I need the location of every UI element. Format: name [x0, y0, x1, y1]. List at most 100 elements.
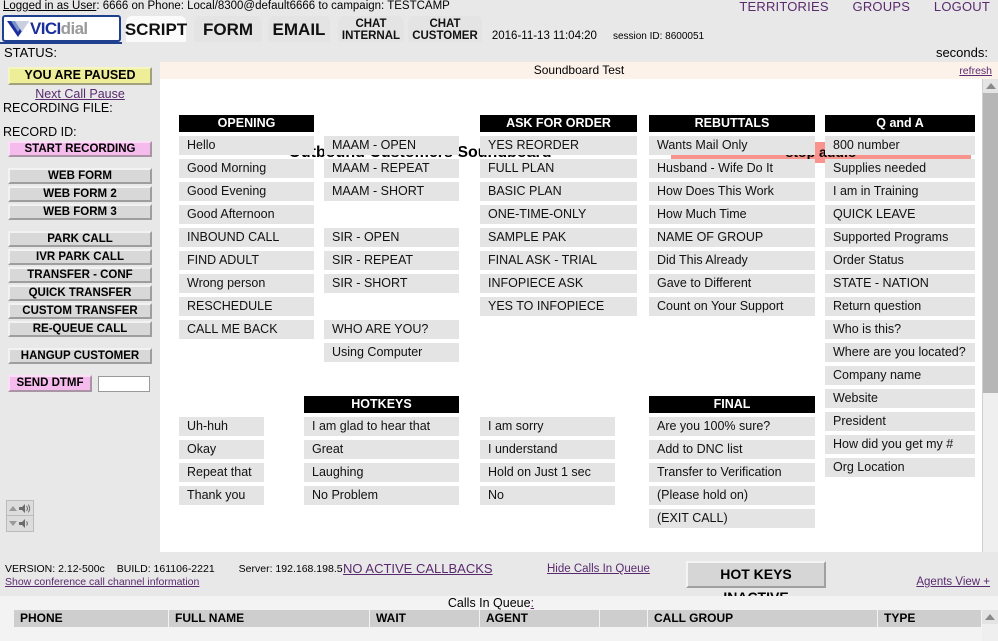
soundboard-item[interactable]: Husband - Wife Do It — [649, 159, 815, 178]
soundboard-item[interactable]: Using Computer — [324, 343, 459, 362]
volume-control[interactable] — [6, 500, 34, 532]
tab-email[interactable]: EMAIL — [268, 16, 330, 44]
soundboard-item[interactable]: Order Status — [825, 251, 975, 270]
calls-in-queue-scrollbar[interactable] — [982, 610, 998, 641]
column-header-wait[interactable]: WAIT — [370, 610, 480, 627]
soundboard-item[interactable]: Where are you located? — [825, 343, 975, 362]
soundboard-item[interactable]: Great — [304, 440, 459, 459]
nav-groups[interactable]: GROUPS — [853, 0, 911, 14]
soundboard-item[interactable]: Hold on Just 1 sec — [480, 463, 615, 482]
soundboard-item[interactable]: I understand — [480, 440, 615, 459]
column-header-full-name[interactable]: FULL NAME — [169, 610, 370, 627]
soundboard-item[interactable]: How did you get my # — [825, 435, 975, 454]
soundboard-item[interactable]: STATE - NATION — [825, 274, 975, 293]
transfer-conf-button[interactable]: TRANSFER - CONF — [8, 267, 152, 283]
soundboard-item[interactable]: President — [825, 412, 975, 431]
quick-transfer-button[interactable]: QUICK TRANSFER — [8, 285, 152, 301]
soundboard-item[interactable]: Company name — [825, 366, 975, 385]
soundboard-item[interactable]: Supported Programs — [825, 228, 975, 247]
send-dtmf-button[interactable]: SEND DTMF — [8, 375, 92, 392]
soundboard-item[interactable]: Website — [825, 389, 975, 408]
soundboard-item[interactable]: Who is this? — [825, 320, 975, 339]
queue-scroll-up-arrow-icon[interactable] — [982, 610, 998, 624]
column-header-type[interactable]: TYPE — [878, 610, 982, 627]
soundboard-item[interactable]: BASIC PLAN — [480, 182, 637, 201]
column-header-agent[interactable]: AGENT — [480, 610, 600, 627]
re-queue-call-button[interactable]: RE-QUEUE CALL — [8, 321, 152, 337]
park-call-button[interactable]: PARK CALL — [8, 231, 152, 247]
soundboard-item[interactable]: I am sorry — [480, 417, 615, 436]
soundboard-item[interactable]: FULL PLAN — [480, 159, 637, 178]
scroll-up-arrow-icon[interactable] — [983, 79, 998, 93]
nav-territories[interactable]: TERRITORIES — [739, 0, 828, 14]
soundboard-item[interactable]: NAME OF GROUP — [649, 228, 815, 247]
soundboard-item[interactable]: MAAM - SHORT — [324, 182, 459, 201]
volume-up-row[interactable] — [7, 501, 33, 516]
volume-down-row[interactable] — [7, 516, 33, 531]
soundboard-item[interactable]: No — [480, 486, 615, 505]
soundboard-item[interactable]: 800 number — [825, 136, 975, 155]
soundboard-item[interactable]: Wants Mail Only — [649, 136, 815, 155]
hot-keys-toggle-button[interactable]: HOT KEYS INACTIVE — [686, 561, 826, 605]
soundboard-item[interactable]: Count on Your Support — [649, 297, 815, 316]
soundboard-item[interactable]: Uh-huh — [179, 417, 264, 436]
web-form-2-button[interactable]: WEB FORM 2 — [8, 186, 152, 202]
nav-logout[interactable]: LOGOUT — [934, 0, 990, 14]
agents-view-link[interactable]: Agents View + — [916, 576, 990, 588]
ivr-park-call-button[interactable]: IVR PARK CALL — [8, 249, 152, 265]
soundboard-item[interactable]: How Much Time — [649, 205, 815, 224]
no-active-callbacks-link[interactable]: NO ACTIVE CALLBACKS — [343, 561, 493, 576]
soundboard-item[interactable]: CALL ME BACK — [179, 320, 314, 339]
soundboard-item[interactable]: Good Morning — [179, 159, 314, 178]
soundboard-item[interactable]: Repeat that — [179, 463, 264, 482]
soundboard-item[interactable]: FINAL ASK - TRIAL — [480, 251, 637, 270]
tab-form[interactable]: FORM — [194, 16, 262, 44]
soundboard-item[interactable]: YES TO INFOPIECE — [480, 297, 637, 316]
soundboard-item[interactable]: Are you 100% sure? — [649, 417, 815, 436]
soundboard-item[interactable]: Org Location — [825, 458, 975, 477]
scrollbar-thumb[interactable] — [983, 93, 998, 393]
soundboard-item[interactable]: FIND ADULT — [179, 251, 314, 270]
soundboard-item[interactable]: MAAM - REPEAT — [324, 159, 459, 178]
soundboard-item[interactable]: RESCHEDULE — [179, 297, 314, 316]
column-header-call-group[interactable]: CALL GROUP — [648, 610, 878, 627]
soundboard-item[interactable]: Gave to Different — [649, 274, 815, 293]
refresh-link[interactable]: refresh — [959, 63, 992, 79]
soundboard-item[interactable]: I am in Training — [825, 182, 975, 201]
soundboard-item[interactable]: Thank you — [179, 486, 264, 505]
soundboard-item[interactable]: Good Evening — [179, 182, 314, 201]
soundboard-item[interactable]: INBOUND CALL — [179, 228, 314, 247]
soundboard-item[interactable]: Transfer to Verification — [649, 463, 815, 482]
soundboard-item[interactable]: SIR - REPEAT — [324, 251, 459, 270]
paused-status-button[interactable]: YOU ARE PAUSED — [8, 67, 152, 85]
soundboard-item[interactable]: YES REORDER — [480, 136, 637, 155]
hide-calls-in-queue-link[interactable]: Hide Calls In Queue — [547, 563, 650, 575]
panel-scrollbar[interactable] — [982, 79, 998, 552]
soundboard-item[interactable]: Supplies needed — [825, 159, 975, 178]
hangup-customer-button[interactable]: HANGUP CUSTOMER — [8, 348, 152, 364]
soundboard-item[interactable]: Good Afternoon — [179, 205, 314, 224]
soundboard-item[interactable]: WHO ARE YOU? — [324, 320, 459, 339]
soundboard-item[interactable]: SAMPLE PAK — [480, 228, 637, 247]
soundboard-item[interactable]: QUICK LEAVE — [825, 205, 975, 224]
soundboard-item[interactable]: Wrong person — [179, 274, 314, 293]
tab-chat-internal[interactable]: CHAT INTERNAL — [338, 16, 404, 44]
soundboard-item[interactable]: No Problem — [304, 486, 459, 505]
soundboard-item[interactable]: Hello — [179, 136, 314, 155]
calls-in-queue-title-colon[interactable]: : — [531, 596, 534, 610]
soundboard-item[interactable]: INFOPIECE ASK — [480, 274, 637, 293]
dtmf-input[interactable] — [98, 375, 150, 392]
soundboard-item[interactable]: Laughing — [304, 463, 459, 482]
soundboard-item[interactable]: (Please hold on) — [649, 486, 815, 505]
soundboard-item[interactable]: ONE-TIME-ONLY — [480, 205, 637, 224]
column-header-phone[interactable]: PHONE — [14, 610, 169, 627]
soundboard-item[interactable]: Return question — [825, 297, 975, 316]
soundboard-item[interactable]: (EXIT CALL) — [649, 509, 815, 528]
soundboard-item[interactable]: I am glad to hear that — [304, 417, 459, 436]
soundboard-item[interactable]: Okay — [179, 440, 264, 459]
next-call-pause-link[interactable]: Next Call Pause — [0, 87, 160, 101]
soundboard-item[interactable]: SIR - SHORT — [324, 274, 459, 293]
soundboard-item[interactable]: Add to DNC list — [649, 440, 815, 459]
start-recording-button[interactable]: START RECORDING — [8, 141, 152, 157]
web-form-3-button[interactable]: WEB FORM 3 — [8, 204, 152, 220]
